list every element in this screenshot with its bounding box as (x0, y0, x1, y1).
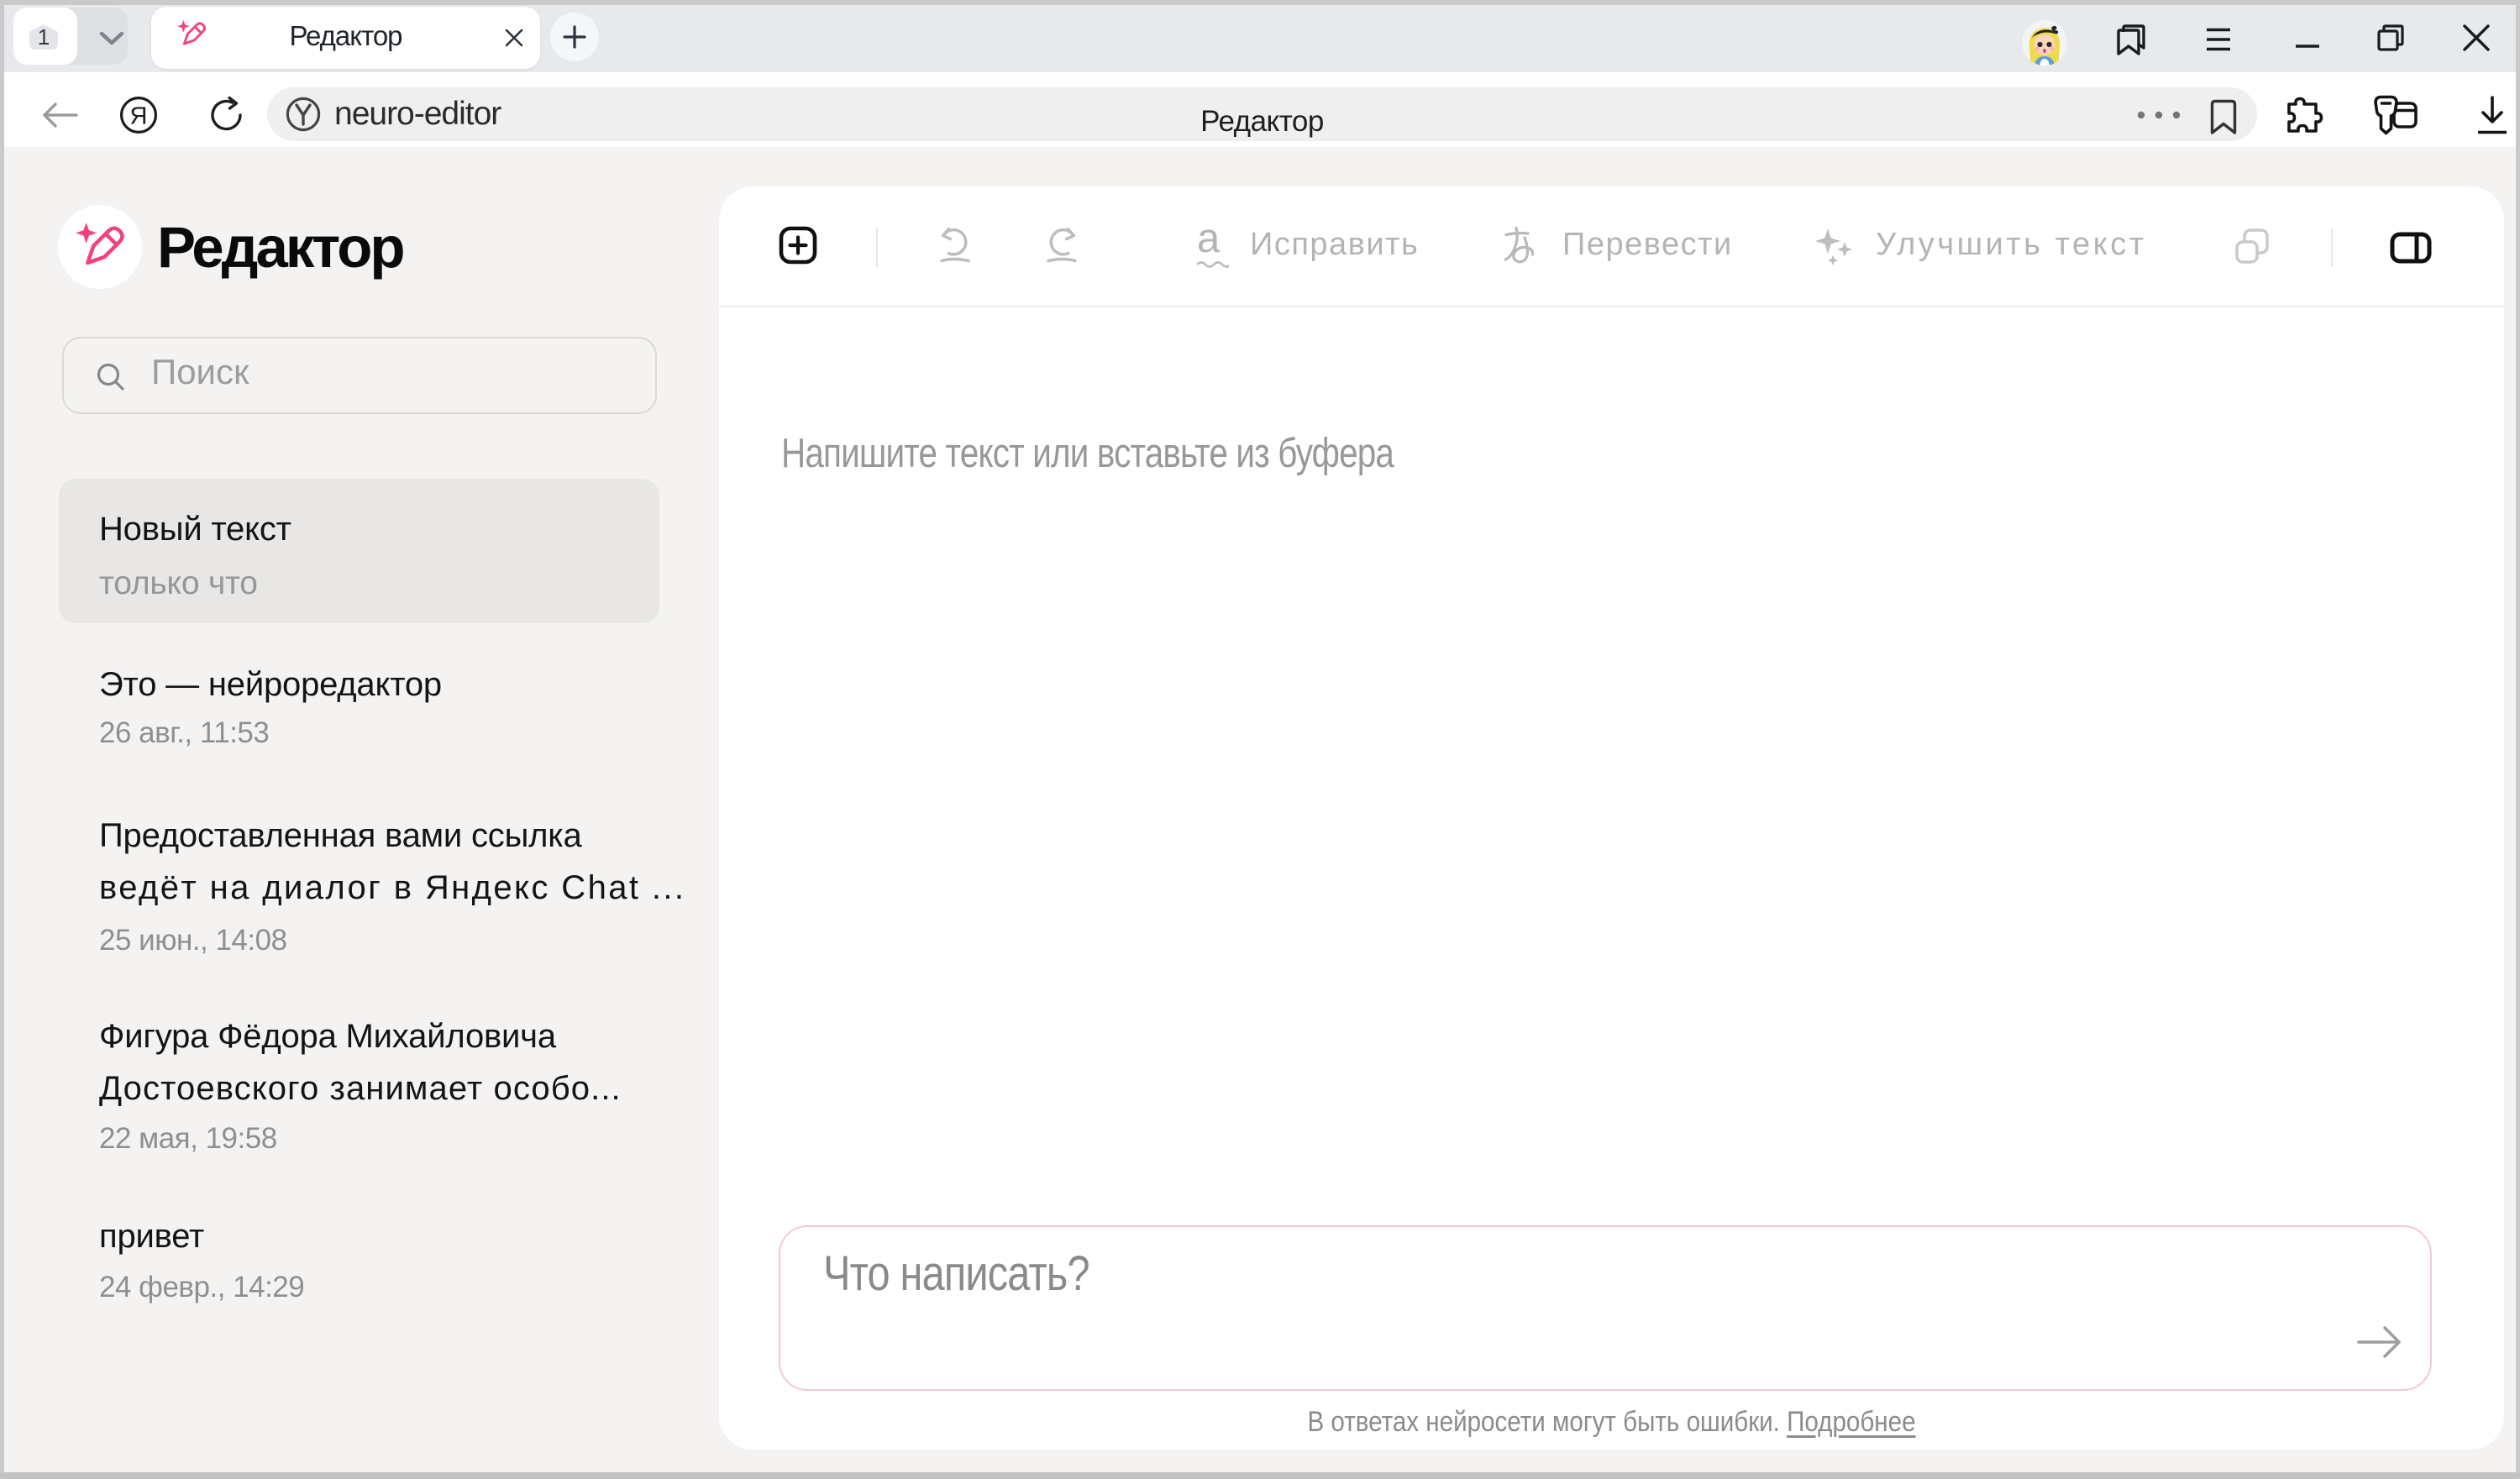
svg-text:Я: Я (130, 103, 148, 130)
svg-text:1: 1 (38, 24, 50, 50)
